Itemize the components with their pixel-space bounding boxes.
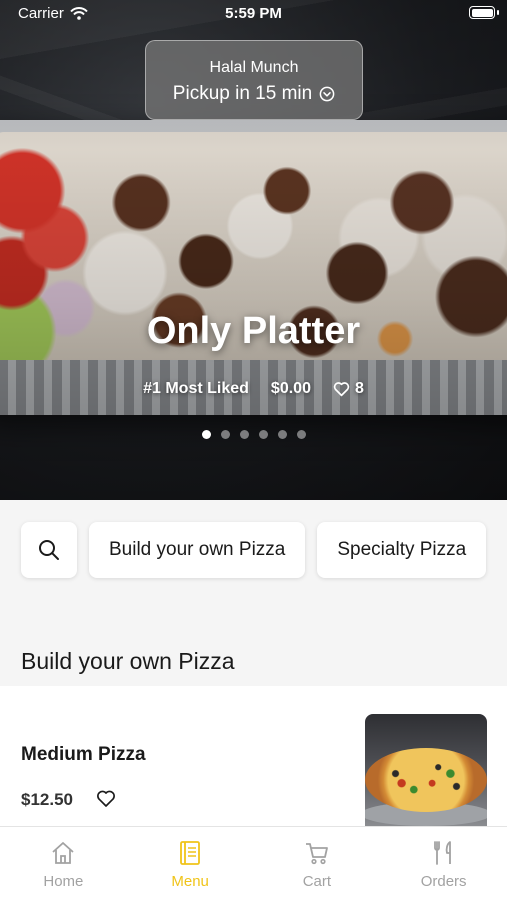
orders-icon [433,841,451,865]
search-icon [39,540,59,560]
store-selector[interactable]: Halal Munch Pickup in 15 min [145,40,363,120]
carousel-dot[interactable] [220,430,230,439]
menu-item-name: Medium Pizza [21,744,146,765]
tab-label-cart: Cart [302,873,332,890]
heart-icon [333,382,350,397]
menu-item-price: $12.50 [21,790,73,809]
hero-rank: #1 Most Liked [143,380,249,397]
pickup-label: Pickup in 15 min [172,83,313,104]
carousel-dots[interactable] [0,430,507,439]
tab-orders[interactable]: Orders [380,827,507,900]
category-chip-build-your-own-pizza[interactable]: Build your own Pizza [89,522,306,578]
hero-meta: #1 Most Liked $0.00 8 [0,380,507,398]
section-title: Build your own Pizza [21,648,235,674]
hero-title: Only Platter [146,310,361,352]
tab-label-home: Home [43,873,84,890]
menu-icon [180,841,201,865]
carousel-dot[interactable] [277,430,287,439]
home-icon [52,842,74,864]
store-name: Halal Munch [209,59,299,76]
menu-item-photo [365,714,487,826]
category-chip-specialty-pizza[interactable]: Specialty Pizza [317,522,487,578]
hero-likes-count: 8 [354,380,364,397]
tab-menu[interactable]: Menu [127,827,254,900]
pickup-time: Pickup in 15 min [146,83,362,105]
tab-label-orders: Orders [420,873,467,890]
battery-icon [469,6,499,19]
favorite-button[interactable] [96,789,116,813]
menu-item-card[interactable]: Medium Pizza $12.50 [0,686,507,826]
carousel-dot[interactable] [296,430,306,439]
carousel-dot[interactable] [239,430,249,439]
hero-likes: 8 [333,380,364,398]
tab-label-menu: Menu [171,873,209,890]
carousel-dot[interactable] [201,430,211,439]
pizza-image [365,748,487,812]
tab-home[interactable]: Home [0,827,127,900]
hero-price: $0.00 [270,380,311,397]
search-button[interactable] [21,522,77,578]
cart-icon [305,843,328,865]
category-chips[interactable]: Build your own Pizza Specialty Pizza [21,522,487,578]
tab-bar: Home Menu Cart Orders [0,826,507,900]
carousel-dot[interactable] [258,430,268,439]
status-time: 5:59 PM [225,5,282,22]
heart-outline-icon [97,790,115,807]
chevron-down-circle-icon [319,86,335,102]
category-section: Build your own Pizza Specialty Pizza Bui… [0,500,507,685]
status-bar: Carrier 5:59 PM [0,0,507,28]
tab-cart[interactable]: Cart [254,827,381,900]
